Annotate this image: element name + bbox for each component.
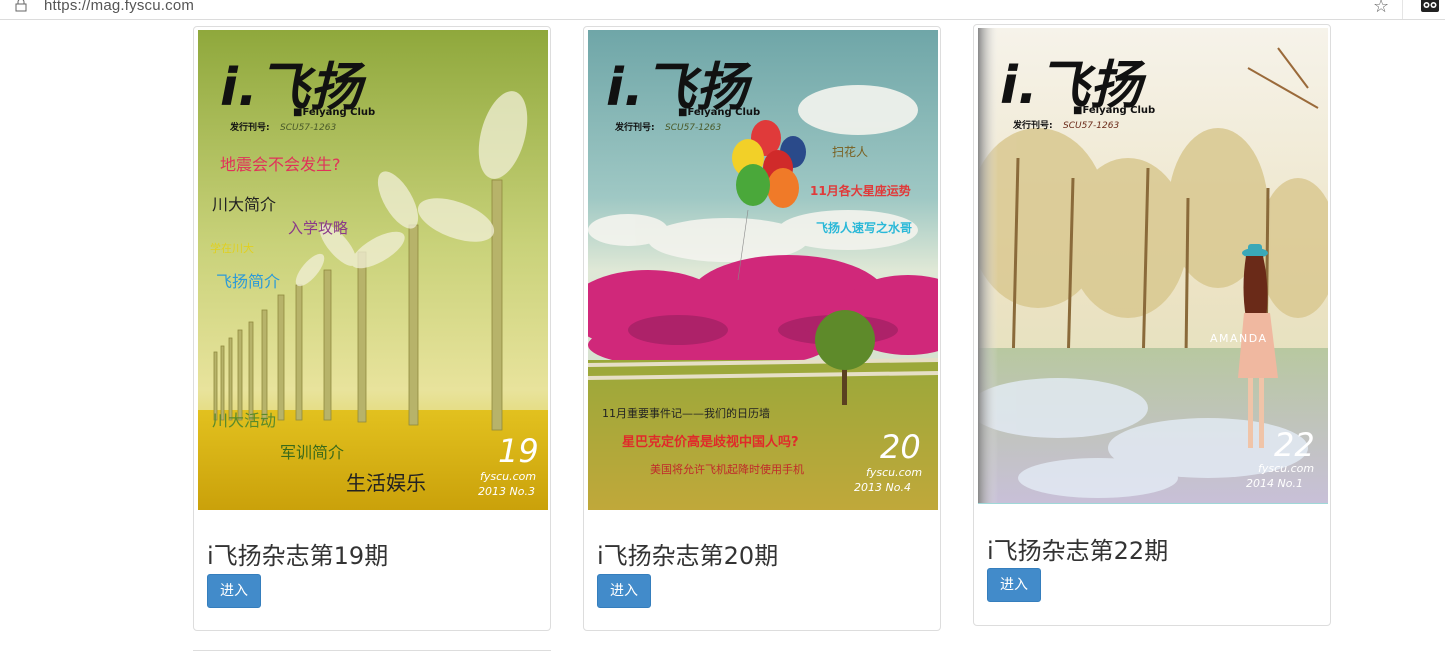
svg-text:fyscu.com: fyscu.com [866,466,922,479]
address-bar-url[interactable]: https://mag.fyscu.com [44,0,194,14]
magazine-card-19: i.飞扬 ■Feiyang Club 发行刊号: SCU57-1263 地震会不… [193,26,551,631]
next-card-edge [193,650,551,661]
magazine-cover-19[interactable]: i.飞扬 ■Feiyang Club 发行刊号: SCU57-1263 地震会不… [198,30,548,510]
extension-icon[interactable] [1421,0,1439,12]
svg-text:AMANDA: AMANDA [1210,332,1268,345]
svg-text:■Feiyang Club: ■Feiyang Club [293,107,375,118]
svg-text:2013 No.3: 2013 No.3 [478,485,535,498]
svg-text:19: 19 [498,432,539,470]
enter-button[interactable]: 进入 [597,574,651,608]
svg-text:发行刊号:: 发行刊号: [614,121,655,133]
svg-text:生活娱乐: 生活娱乐 [346,471,426,495]
magazine-title: i飞扬杂志第19期 [207,542,389,570]
lock-icon [15,0,27,12]
magazine-card-20: i.飞扬 ■Feiyang Club 发行刊号: SCU57-1263 扫花人 … [583,26,941,631]
svg-text:美国将允许飞机起降时使用手机: 美国将允许飞机起降时使用手机 [650,462,804,476]
svg-text:发行刊号:: 发行刊号: [229,121,270,133]
svg-text:■Feiyang Club: ■Feiyang Club [678,107,760,118]
toolbar-divider [1402,0,1403,19]
svg-text:川大简介: 川大简介 [212,195,276,214]
svg-text:■Feiyang Club: ■Feiyang Club [1073,105,1155,116]
bookmark-star-icon[interactable]: ☆ [1373,0,1389,16]
svg-text:地震会不会发生?: 地震会不会发生? [220,155,341,174]
svg-text:SCU57-1263: SCU57-1263 [1063,121,1119,131]
svg-text:扫花人: 扫花人 [832,144,868,159]
svg-text:SCU57-1263: SCU57-1263 [665,123,721,133]
enter-button[interactable]: 进入 [207,574,261,608]
magazine-title: i飞扬杂志第22期 [987,537,1169,565]
svg-text:星巴克定价高是歧视中国人吗?: 星巴克定价高是歧视中国人吗? [622,434,799,450]
svg-text:飞扬简介: 飞扬简介 [216,272,280,291]
svg-text:2014 No.1: 2014 No.1 [1246,477,1303,490]
svg-text:军训简介: 军训简介 [280,443,344,462]
svg-text:2013 No.4: 2013 No.4 [854,481,911,494]
svg-text:11月各大星座运势: 11月各大星座运势 [810,183,911,198]
svg-text:川大活动: 川大活动 [212,411,276,430]
magazine-cover-20[interactable]: i.飞扬 ■Feiyang Club 发行刊号: SCU57-1263 扫花人 … [588,30,938,510]
svg-text:11月重要事件记——我们的日历墙: 11月重要事件记——我们的日历墙 [602,406,770,420]
magazine-card-22: i.飞扬 ■Feiyang Club 发行刊号: SCU57-1263 AMAN… [973,24,1331,626]
svg-text:发行刊号:: 发行刊号: [1012,119,1053,131]
svg-text:入学攻略: 入学攻略 [288,219,348,237]
magazine-cover-22[interactable]: i.飞扬 ■Feiyang Club 发行刊号: SCU57-1263 AMAN… [978,28,1328,504]
browser-url-bar: https://mag.fyscu.com ☆ [0,0,1445,20]
svg-text:SCU57-1263: SCU57-1263 [280,123,336,133]
svg-text:20: 20 [880,428,921,466]
svg-text:22: 22 [1274,426,1315,464]
magazine-title: i飞扬杂志第20期 [597,542,779,570]
svg-text:fyscu.com: fyscu.com [480,470,536,483]
svg-text:飞扬人速写之水哥: 飞扬人速写之水哥 [816,220,912,235]
enter-button[interactable]: 进入 [987,568,1041,602]
svg-text:fyscu.com: fyscu.com [1258,462,1314,475]
svg-text:学在川大: 学在川大 [210,241,254,255]
